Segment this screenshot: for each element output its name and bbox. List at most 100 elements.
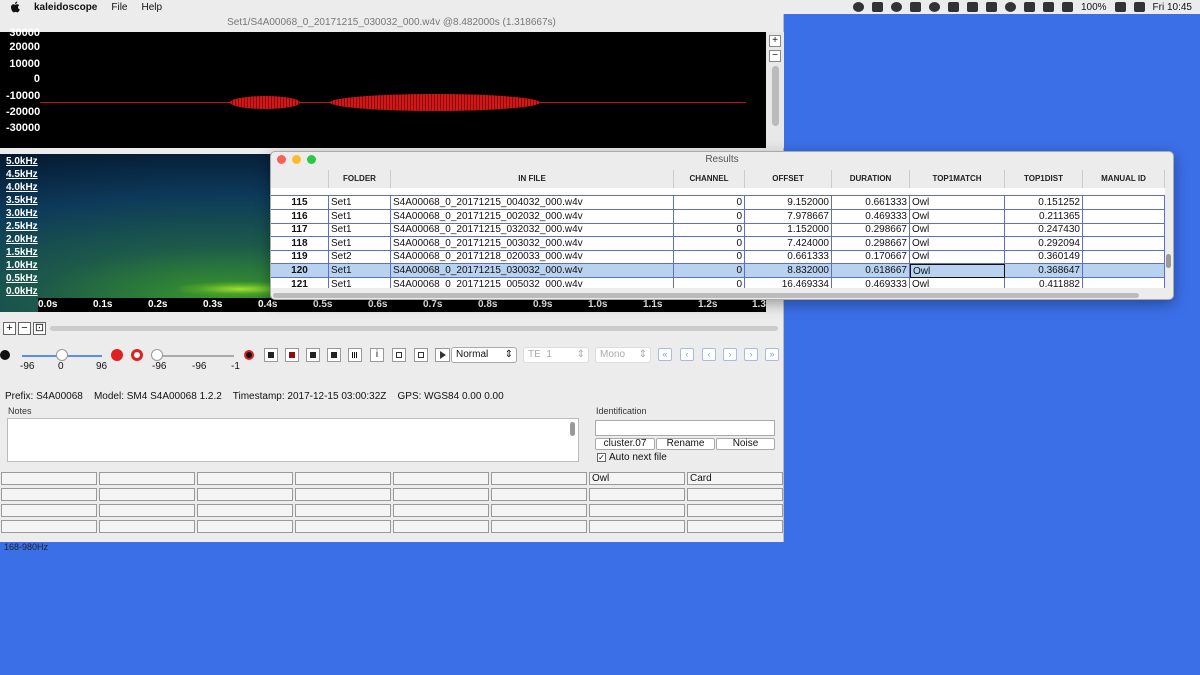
prev-event-button[interactable]: ‹ — [702, 348, 716, 361]
species-button[interactable] — [393, 472, 489, 485]
cell-dist[interactable]: 0.211365 — [1005, 209, 1083, 224]
species-button[interactable] — [393, 488, 489, 501]
cell-n[interactable]: 118 — [271, 236, 329, 251]
cell-folder[interactable]: Set1 — [329, 236, 391, 251]
cell-file[interactable]: S4A00068_0_20171215_004032_000.w4v — [391, 196, 674, 210]
cell-channel[interactable]: 0 — [674, 209, 745, 224]
table-row[interactable]: 120 Set1 S4A00068_0_20171215_030032_000.w4… — [271, 264, 1165, 278]
filter-button-5[interactable] — [348, 348, 362, 362]
cell-dist[interactable]: 0.292094 — [1005, 236, 1083, 251]
cell-dist[interactable]: 0.151252 — [1005, 196, 1083, 210]
status-icon-1[interactable] — [852, 2, 864, 12]
cell-channel[interactable]: 0 — [674, 236, 745, 251]
mode-select[interactable]: Normal ⇕ — [451, 347, 517, 363]
cell-manual[interactable] — [1083, 196, 1165, 210]
play-button-1[interactable] — [392, 348, 406, 362]
apple-menu-icon[interactable] — [10, 1, 22, 13]
cell-offset[interactable]: 8.832000 — [745, 264, 832, 278]
close-icon[interactable] — [277, 155, 286, 164]
last-file-button[interactable]: » — [765, 348, 779, 361]
filter-button-2[interactable] — [285, 348, 299, 362]
cell-channel[interactable]: 0 — [674, 223, 745, 238]
gain-slider-knob[interactable] — [56, 349, 68, 361]
filter-button-1[interactable] — [264, 348, 278, 362]
first-file-button[interactable]: « — [658, 348, 672, 361]
cell-dist[interactable]: 0.368647 — [1005, 264, 1083, 278]
cell-file[interactable]: S4A00068_0_20171215_002032_000.w4v — [391, 209, 674, 224]
species-button[interactable]: Owl — [589, 472, 685, 485]
cell-match[interactable]: Owl — [910, 250, 1005, 265]
red-ring-icon[interactable] — [131, 349, 143, 361]
cell-folder[interactable]: Set2 — [329, 250, 391, 265]
species-button[interactable] — [197, 504, 293, 517]
cell-duration[interactable]: 0.298667 — [832, 223, 910, 238]
cell-match[interactable]: Owl — [910, 223, 1005, 238]
cell-offset[interactable]: 9.152000 — [745, 196, 832, 210]
checkbox-icon[interactable]: ✓ — [597, 453, 606, 462]
vertical-scrollbar[interactable] — [771, 66, 779, 126]
cell-offset[interactable]: 0.661333 — [745, 250, 832, 265]
fit-view-button[interactable]: ⊡ — [33, 321, 46, 335]
cell-duration[interactable]: 0.618667 — [832, 264, 910, 278]
species-button[interactable] — [1, 520, 97, 533]
cell-file[interactable]: S4A00068_0_20171215_005032_000.w4v — [391, 277, 674, 288]
waveform-view[interactable]: 30000 20000 10000 0 -10000 -20000 -30000 — [0, 27, 766, 148]
black-red-dot-icon[interactable] — [244, 350, 254, 360]
cloud-icon[interactable] — [947, 2, 959, 12]
screenshot-icon[interactable] — [909, 2, 921, 12]
cell-n[interactable]: 121 — [271, 277, 329, 288]
cell-offset[interactable]: 1.152000 — [745, 223, 832, 238]
col-header-in-file[interactable]: IN FILE — [391, 170, 674, 188]
cell-file[interactable]: S4A00068_0_20171218_020033_000.w4v — [391, 250, 674, 265]
cell-duration[interactable]: 0.469333 — [832, 277, 910, 288]
table-row[interactable]: 121 Set1 S4A00068_0_20171215_005032_000.w4… — [271, 277, 1165, 288]
species-button[interactable] — [491, 520, 587, 533]
notes-scrollbar[interactable] — [570, 422, 575, 436]
species-button[interactable] — [197, 472, 293, 485]
battery-percent[interactable]: 100% — [1081, 2, 1107, 13]
col-header-top1match[interactable]: TOP1MATCH — [910, 170, 1005, 188]
filter-button-3[interactable] — [306, 348, 320, 362]
cell-duration[interactable]: 0.469333 — [832, 209, 910, 224]
species-button[interactable] — [491, 472, 587, 485]
cell-manual[interactable] — [1083, 209, 1165, 224]
cell-folder[interactable]: Set1 — [329, 209, 391, 224]
auto-next-checkbox[interactable]: ✓ Auto next file — [597, 452, 667, 463]
cluster-button[interactable]: cluster.07 — [595, 438, 655, 450]
cell-folder[interactable]: Set1 — [329, 196, 391, 210]
species-button[interactable] — [295, 504, 391, 517]
wifi-icon[interactable] — [1023, 2, 1035, 12]
species-button[interactable] — [1, 504, 97, 517]
threshold-slider[interactable] — [152, 355, 234, 357]
cell-channel[interactable]: 0 — [674, 196, 745, 210]
col-header-duration[interactable]: DURATION — [832, 170, 910, 188]
rename-button[interactable]: Rename — [656, 438, 715, 450]
cell-match[interactable]: Owl — [910, 236, 1005, 251]
app-menu[interactable]: kaleidoscope — [34, 2, 97, 13]
help-menu[interactable]: Help — [141, 2, 162, 13]
red-record-icon[interactable] — [111, 349, 123, 361]
cell-channel[interactable]: 0 — [674, 250, 745, 265]
cell-duration[interactable]: 0.170667 — [832, 250, 910, 265]
col-header-manual-id[interactable]: MANUAL ID — [1083, 170, 1165, 188]
col-header-offset[interactable]: OFFSET — [745, 170, 832, 188]
cell-channel[interactable]: 0 — [674, 277, 745, 288]
cell-manual[interactable] — [1083, 264, 1165, 278]
clock[interactable]: Fri 10:45 — [1153, 2, 1192, 13]
threshold-slider-knob[interactable] — [151, 349, 163, 361]
species-button[interactable] — [589, 504, 685, 517]
cell-folder[interactable]: Set1 — [329, 277, 391, 288]
species-button[interactable] — [295, 488, 391, 501]
species-button[interactable] — [295, 520, 391, 533]
cell-n[interactable]: 116 — [271, 209, 329, 224]
cell-n[interactable]: 120 — [271, 264, 329, 278]
channel-select[interactable]: Mono ⇕ — [595, 347, 651, 363]
col-header-folder[interactable]: FOLDER — [329, 170, 391, 188]
notes-textarea[interactable] — [7, 418, 579, 462]
species-button[interactable] — [197, 488, 293, 501]
cell-file[interactable]: S4A00068_0_20171215_032032_000.w4v — [391, 223, 674, 238]
species-button[interactable] — [99, 520, 195, 533]
cell-manual[interactable] — [1083, 277, 1165, 288]
minimize-icon[interactable] — [292, 155, 301, 164]
zoom-out-button[interactable]: − — [769, 50, 781, 62]
